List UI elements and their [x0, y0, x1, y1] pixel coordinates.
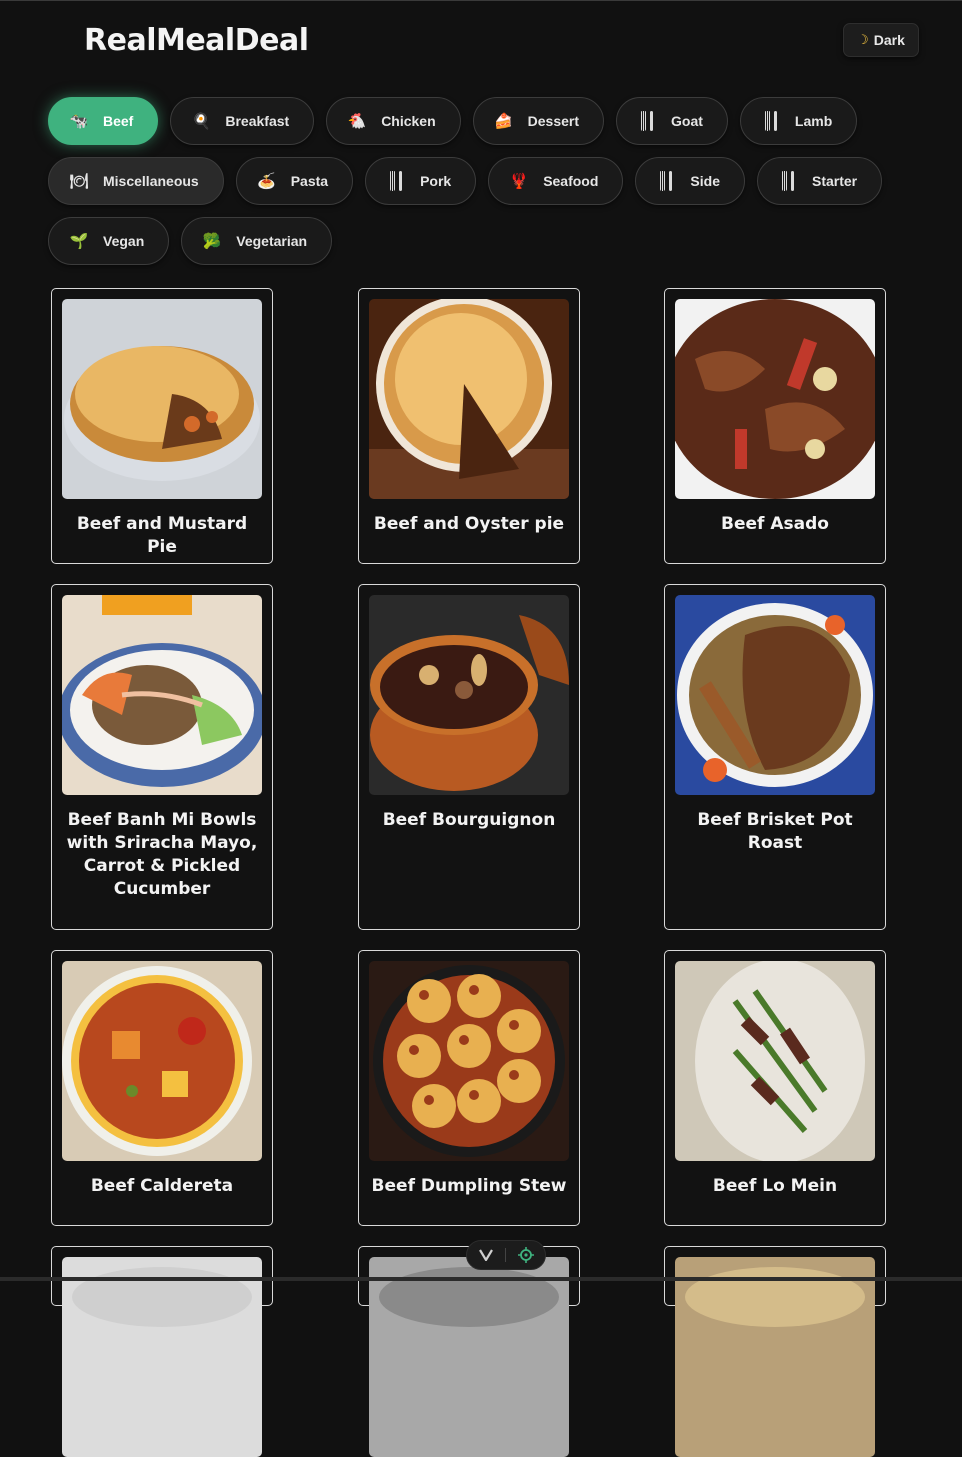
horizontal-scrollbar[interactable] [0, 1277, 962, 1281]
category-chip-miscellaneous[interactable]: 🍽 Miscellaneous [48, 157, 224, 205]
fork-knife-icon [776, 169, 800, 193]
fork-knife-icon [635, 109, 659, 133]
category-chip-vegetarian[interactable]: 🥦 Vegetarian [181, 217, 333, 265]
category-chip-dessert[interactable]: 🍰 Dessert [472, 97, 605, 145]
category-chip-lamb[interactable]: Lamb [739, 97, 858, 145]
category-chip-breakfast[interactable]: 🍳 Breakfast [170, 97, 315, 145]
floating-toolbar [466, 1240, 546, 1270]
category-chip-label: Breakfast [225, 113, 290, 129]
meal-card[interactable]: Beef Brisket Pot Roast [664, 584, 886, 930]
category-chip-label: Chicken [381, 113, 436, 129]
theme-toggle-label: Dark [873, 32, 905, 48]
lobster-icon: 🦞 [509, 172, 529, 190]
meal-title[interactable]: Beef Dumpling Stew [367, 1175, 571, 1198]
meal-image[interactable] [62, 1257, 262, 1457]
category-chip-label: Starter [812, 173, 858, 189]
cake-icon: 🍰 [494, 112, 513, 130]
meal-title[interactable]: Beef Lo Mein [673, 1175, 877, 1198]
category-chip-label: Lamb [794, 113, 833, 129]
app-title[interactable]: RealMealDeal [84, 23, 309, 58]
meal-image[interactable] [369, 299, 569, 499]
meal-image[interactable] [675, 1257, 875, 1457]
meal-card[interactable]: Beef and Mustard Pie [51, 288, 273, 564]
header: RealMealDeal ☽ Dark [0, 1, 962, 85]
frying-pan-icon: 🍳 [192, 112, 211, 130]
category-chip-label: Beef [103, 113, 134, 129]
meal-card[interactable] [664, 1246, 886, 1457]
spaghetti-icon: 🍝 [257, 172, 277, 190]
meal-title[interactable]: Beef Banh Mi Bowls with Sriracha Mayo, C… [60, 809, 264, 901]
meal-image[interactable] [369, 961, 569, 1161]
plate-icon: 🍽 [69, 172, 89, 190]
category-chip-goat[interactable]: Goat [616, 97, 728, 145]
category-chip-pasta[interactable]: 🍝 Pasta [235, 157, 354, 205]
divider [504, 1248, 506, 1262]
category-chip-beef[interactable]: 🐄 Beef [48, 97, 159, 145]
meal-image[interactable] [62, 299, 262, 499]
meal-image[interactable] [369, 595, 569, 795]
meal-card[interactable]: Beef Dumpling Stew [358, 950, 580, 1226]
category-chip-label: Side [690, 173, 720, 189]
category-chip-label: Vegetarian [236, 233, 308, 249]
meal-card[interactable]: Beef Caldereta [51, 950, 273, 1226]
category-chip-pork[interactable]: Pork [365, 157, 477, 205]
meal-image[interactable] [369, 1257, 569, 1457]
category-chip-label: Goat [671, 113, 703, 129]
meal-image[interactable] [62, 595, 262, 795]
meal-title[interactable]: Beef Asado [673, 513, 877, 536]
fork-knife-icon [384, 169, 408, 193]
meal-card[interactable]: Beef Bourguignon [358, 584, 580, 930]
category-chip-label: Miscellaneous [103, 173, 199, 189]
category-chip-chicken[interactable]: 🐔 Chicken [326, 97, 461, 145]
meal-card[interactable]: Beef and Oyster pie [358, 288, 580, 564]
category-chip-seafood[interactable]: 🦞 Seafood [488, 157, 624, 205]
meal-title[interactable]: Beef Caldereta [60, 1175, 264, 1198]
meal-title[interactable]: Beef and Oyster pie [367, 513, 571, 536]
cow-icon: 🐄 [69, 112, 89, 130]
category-chip-starter[interactable]: Starter [757, 157, 883, 205]
category-filter: 🐄 Beef 🍳 Breakfast 🐔 Chicken 🍰 Dessert Goat Lamb 🍽… [48, 97, 958, 265]
category-chip-label: Pasta [290, 173, 329, 189]
meal-card[interactable]: Beef Lo Mein [664, 950, 886, 1226]
meal-title[interactable]: Beef Bourguignon [367, 809, 571, 832]
category-chip-label: Dessert [527, 113, 580, 129]
meal-card[interactable] [51, 1246, 273, 1457]
meal-card[interactable]: Beef Banh Mi Bowls with Sriracha Mayo, C… [51, 584, 273, 930]
seedling-icon: 🌱 [69, 232, 89, 250]
chicken-icon: 🐔 [347, 112, 367, 130]
theme-toggle-button[interactable]: ☽ Dark [843, 23, 919, 57]
meal-image[interactable] [675, 595, 875, 795]
moon-icon: ☽ [857, 32, 869, 47]
chevron-down-icon[interactable] [478, 1249, 493, 1261]
category-chip-vegan[interactable]: 🌱 Vegan [48, 217, 170, 265]
meal-title[interactable]: Beef and Mustard Pie [60, 513, 264, 559]
category-chip-label: Seafood [543, 173, 599, 189]
category-chip-label: Vegan [103, 233, 145, 249]
meal-card[interactable]: Beef Asado [664, 288, 886, 564]
meal-image[interactable] [675, 961, 875, 1161]
meal-image[interactable] [675, 299, 875, 499]
broccoli-icon: 🥦 [202, 232, 222, 250]
category-chip-side[interactable]: Side [635, 157, 745, 205]
meal-title[interactable]: Beef Brisket Pot Roast [673, 809, 877, 855]
fork-knife-icon [759, 109, 783, 133]
meal-image[interactable] [62, 961, 262, 1161]
fork-knife-icon [654, 169, 678, 193]
crosshair-icon[interactable] [517, 1247, 534, 1263]
category-chip-label: Pork [420, 173, 452, 189]
